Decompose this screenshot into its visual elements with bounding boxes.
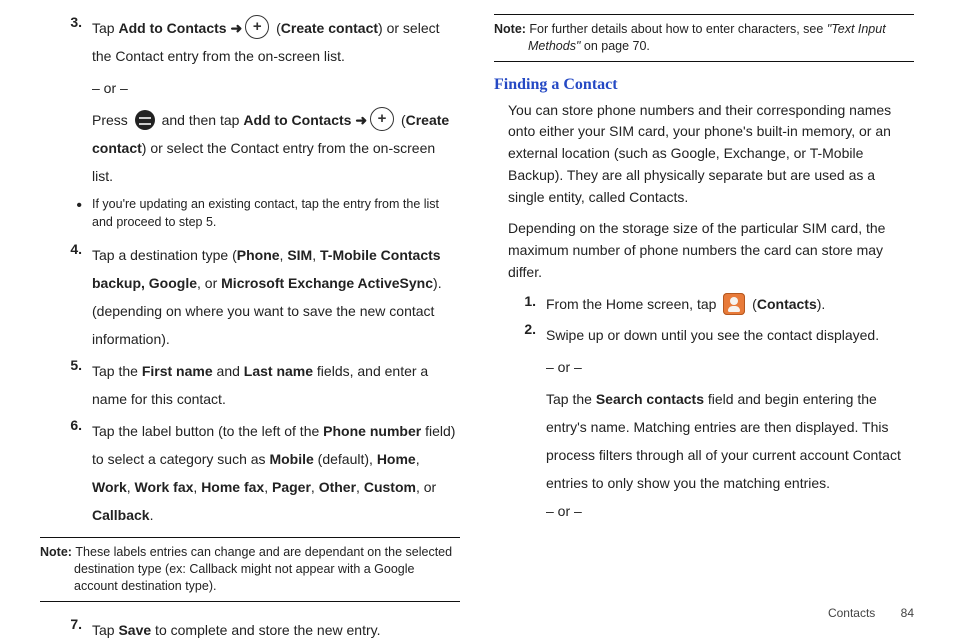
page-content: 3. Tap Add to Contacts (Create contact) … <box>0 0 954 580</box>
note-labels: Note: These labels entries can change an… <box>40 537 460 602</box>
page-number: 84 <box>901 606 914 620</box>
step-body: From the Home screen, tap (Contacts). <box>546 293 914 317</box>
step-7: 7. Tap Save to complete and store the ne… <box>40 616 460 644</box>
step-number: 5. <box>40 357 92 413</box>
step-number: 6. <box>40 417 92 529</box>
step-number: 7. <box>40 616 92 644</box>
step-number: 1. <box>494 293 546 317</box>
step-2: 2. Swipe up or down until you see the co… <box>494 321 914 349</box>
or-divider: – or – <box>92 74 460 102</box>
step-3-alt: Press and then tap Add to Contacts (Crea… <box>40 106 460 190</box>
step-body: Tap the First name and Last name fields,… <box>92 357 460 413</box>
note-label: Note: <box>40 545 75 559</box>
bullet-text: If you're updating an existing contact, … <box>92 196 460 231</box>
contacts-icon <box>723 293 745 315</box>
section-heading: Finding a Contact <box>494 76 914 94</box>
arrow-icon <box>227 20 243 36</box>
step-body: Tap the label button (to the left of the… <box>92 417 460 529</box>
or-divider: – or – <box>546 497 914 525</box>
paragraph: Depending on the storage size of the par… <box>494 218 914 283</box>
step-6: 6. Tap the label button (to the left of … <box>40 417 460 529</box>
step-1: 1. From the Home screen, tap (Contacts). <box>494 293 914 317</box>
plus-circle-icon <box>370 107 394 131</box>
paragraph: You can store phone numbers and their co… <box>494 100 914 208</box>
step-5: 5. Tap the First name and Last name fiel… <box>40 357 460 413</box>
step-body: Tap Save to complete and store the new e… <box>92 616 460 644</box>
step-4: 4. Tap a destination type (Phone, SIM, T… <box>40 241 460 353</box>
step-body: Swipe up or down until you see the conta… <box>546 321 914 349</box>
note-text-input: Note: For further details about how to e… <box>494 14 914 62</box>
or-divider: – or – <box>546 353 914 381</box>
step-body: Tap a destination type (Phone, SIM, T-Mo… <box>92 241 460 353</box>
step-3: 3. Tap Add to Contacts (Create contact) … <box>40 14 460 70</box>
plus-circle-icon <box>245 15 269 39</box>
bullet-marker: • <box>40 196 92 231</box>
step-number: 3. <box>40 14 92 70</box>
menu-icon <box>135 110 155 130</box>
page-footer: Contacts 84 <box>828 606 914 620</box>
footer-section: Contacts <box>828 606 875 620</box>
bullet-note: • If you're updating an existing contact… <box>40 196 460 231</box>
right-column: Note: For further details about how to e… <box>494 14 914 580</box>
left-column: 3. Tap Add to Contacts (Create contact) … <box>40 14 460 580</box>
note-label: Note: <box>494 22 529 36</box>
arrow-icon <box>351 112 367 128</box>
step-number: 4. <box>40 241 92 353</box>
step-number: 2. <box>494 321 546 349</box>
step-body: Tap Add to Contacts (Create contact) or … <box>92 14 460 70</box>
note-text: These labels entries can change and are … <box>74 545 452 593</box>
step-2-alt: Tap the Search contacts field and begin … <box>494 385 914 497</box>
